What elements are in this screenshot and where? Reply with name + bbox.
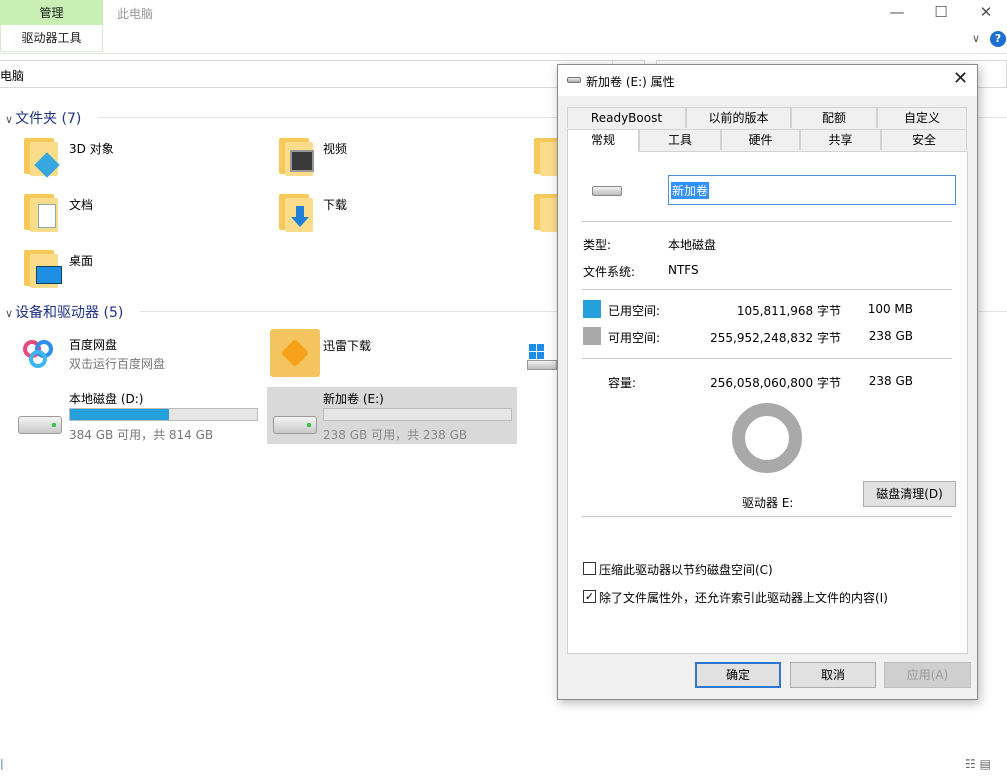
drive-subtitle: 384 GB 可用，共 814 GB — [69, 428, 214, 442]
ok-button[interactable]: 确定 — [695, 662, 781, 688]
free-space-swatch — [583, 327, 601, 345]
filesystem-label: 文件系统: — [583, 265, 636, 279]
desktop-icon — [24, 248, 62, 288]
filesystem-value: NTFS — [668, 263, 699, 277]
downloads-icon — [279, 192, 315, 232]
hard-drive-icon — [18, 416, 62, 434]
drive-subtitle: 双击运行百度网盘 — [69, 357, 166, 371]
drives-group-header[interactable]: ∨ 设备和驱动器 (5) — [5, 302, 123, 322]
properties-dialog: 新加卷 (E:) 属性 ✕ ReadyBoost 以前的版本 配额 自定义 常规… — [557, 64, 978, 700]
tab-tools[interactable]: 工具 — [639, 129, 721, 150]
drive-icon — [567, 77, 581, 83]
folder-label: 3D 对象 — [69, 142, 114, 156]
baidu-netdisk-icon — [17, 332, 61, 376]
disk-cleanup-button[interactable]: 磁盘清理(D) — [863, 481, 956, 507]
tab-general[interactable]: 常规 — [567, 129, 639, 152]
used-space-bytes: 105,811,968 字节 — [736, 304, 841, 318]
index-checkbox[interactable]: ✓ — [583, 590, 596, 603]
volume-name-selected-text: 新加卷 — [671, 182, 710, 199]
music-icon — [534, 192, 558, 232]
free-space-bytes: 255,952,248,832 字节 — [710, 331, 841, 345]
capacity-size: 238 GB — [868, 374, 913, 388]
capacity-bytes: 256,058,060,800 字节 — [710, 376, 841, 390]
drive-usage-bar — [323, 408, 512, 421]
used-space-swatch — [583, 300, 601, 318]
drive-label: 迅雷下载 — [323, 339, 372, 353]
volume-name-input[interactable]: 新加卷 — [668, 175, 956, 205]
folder-label: 文档 — [69, 198, 94, 212]
minimize-button[interactable]: — — [887, 2, 907, 22]
dialog-close-button[interactable]: ✕ — [953, 68, 968, 89]
drive-usage-bar — [69, 408, 258, 421]
apply-button[interactable]: 应用(A) — [884, 662, 971, 688]
help-icon[interactable]: ? — [990, 31, 1006, 47]
drive-label: 新加卷 (E:) — [323, 392, 384, 406]
address-text: 电脑 — [0, 69, 25, 83]
expand-ribbon-icon[interactable]: ∨ — [972, 32, 980, 45]
compress-label: 压缩此驱动器以节约磁盘空间(C) — [599, 563, 773, 577]
documents-icon — [24, 192, 60, 232]
general-tab-panel: 新加卷 类型: 本地磁盘 文件系统: NTFS 已用空间: 105,811,96… — [567, 151, 968, 654]
tab-manage[interactable]: 管理 — [0, 0, 103, 25]
used-space-label: 已用空间: — [608, 304, 661, 318]
tab-quota[interactable]: 配额 — [791, 107, 877, 128]
index-label: 除了文件属性外，还允许索引此驱动器上文件的内容(I) — [599, 591, 888, 605]
tab-hardware[interactable]: 硬件 — [721, 129, 800, 150]
divider — [582, 358, 952, 359]
drive-label: 百度网盘 — [69, 338, 118, 352]
folders-group-header[interactable]: ∨ 文件夹 (7) — [5, 108, 81, 128]
drive-letter-label: 驱动器 E: — [742, 496, 794, 510]
folder-label: 桌面 — [69, 254, 94, 268]
capacity-label: 容量: — [608, 376, 637, 390]
drive-label: 本地磁盘 (D:) — [69, 392, 144, 406]
drive-subtitle: 238 GB 可用，共 238 GB — [323, 428, 468, 442]
tab-security[interactable]: 安全 — [881, 129, 967, 150]
folder-label: 视频 — [323, 142, 348, 156]
hard-drive-icon — [273, 416, 317, 434]
hard-drive-icon — [592, 186, 622, 196]
maximize-button[interactable]: ☐ — [931, 2, 951, 22]
collapse-icon: ∨ — [5, 113, 14, 126]
address-bar[interactable]: 电脑 — [0, 60, 645, 88]
disk-usage-donut — [732, 403, 802, 473]
compress-checkbox[interactable] — [583, 562, 596, 575]
divider — [582, 221, 952, 222]
tab-sharing[interactable]: 共享 — [800, 129, 881, 150]
pictures-icon — [534, 136, 558, 176]
free-space-label: 可用空间: — [608, 331, 661, 345]
drive-usage-fill — [70, 409, 170, 420]
tab-row-2: 常规 工具 硬件 共享 安全 — [567, 129, 967, 152]
window-title: 此电脑 — [117, 7, 154, 21]
3d-objects-icon — [24, 136, 60, 178]
dialog-title: 新加卷 (E:) 属性 — [586, 75, 675, 89]
type-value: 本地磁盘 — [668, 238, 717, 252]
divider — [582, 516, 952, 517]
close-button[interactable]: ✕ — [976, 2, 996, 22]
folder-label: 下载 — [323, 198, 348, 212]
collapse-icon: ∨ — [5, 307, 14, 320]
dialog-title-bar: 新加卷 (E:) 属性 ✕ — [558, 65, 977, 96]
tab-drive-tools[interactable]: 驱动器工具 — [0, 25, 103, 52]
status-bar-left: | — [0, 757, 4, 770]
tab-readyboost[interactable]: ReadyBoost — [567, 107, 686, 128]
used-space-size: 100 MB — [867, 302, 913, 316]
videos-icon — [279, 136, 315, 176]
tab-row-1: ReadyBoost 以前的版本 配额 自定义 — [567, 107, 967, 128]
windows-logo-icon — [527, 342, 557, 372]
tab-previous-versions[interactable]: 以前的版本 — [686, 107, 791, 128]
view-toggle-icons[interactable]: ☷ ▤ — [965, 757, 991, 771]
ribbon: 管理 此电脑 驱动器工具 — ☐ ✕ ∨ ? — [0, 0, 1007, 54]
divider — [582, 289, 952, 290]
free-space-size: 238 GB — [868, 329, 913, 343]
cancel-button[interactable]: 取消 — [790, 662, 876, 688]
xunlei-icon — [270, 329, 320, 377]
type-label: 类型: — [583, 238, 612, 252]
tab-customize[interactable]: 自定义 — [877, 107, 967, 128]
